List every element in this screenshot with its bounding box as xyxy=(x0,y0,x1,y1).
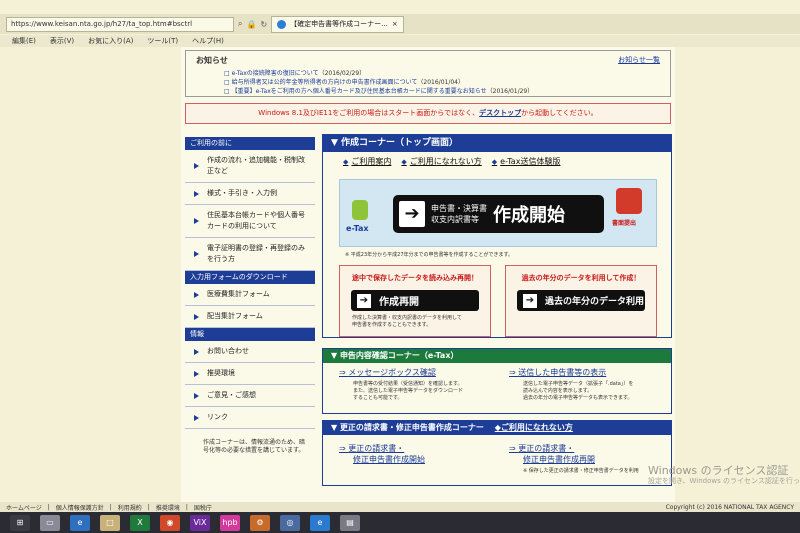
sidebar-section-head: 情報 xyxy=(185,328,315,341)
sidebar-item-flow[interactable]: 作成の流れ・追加機能・税制改正など xyxy=(185,150,315,183)
taskbar-app-icon[interactable]: ▭ xyxy=(40,514,60,531)
sidebar-item-medical-form[interactable]: 医療費集計フォーム xyxy=(185,284,315,306)
refresh-icon[interactable]: ↻ xyxy=(260,20,267,29)
lock-icon[interactable]: 🔒 xyxy=(246,20,256,29)
main-content: ▼ 作成コーナー（トップ画面） ご利用案内 ご利用になれない方 e-Tax送信体… xyxy=(322,134,672,486)
sidebar-item-forms[interactable]: 様式・手引き・入力例 xyxy=(185,183,315,205)
footer-link[interactable]: 推奨環境 xyxy=(156,503,180,512)
search-icon[interactable]: ⌕ xyxy=(238,19,242,29)
amend-start-link[interactable]: 更正の請求書・ 修正申告書作成開始 xyxy=(339,443,425,465)
sidebar-item-certificate[interactable]: 電子証明書の登録・再登録のみを行う方 xyxy=(185,238,315,271)
menu-favorites[interactable]: お気に入り(A) xyxy=(88,36,133,46)
taskbar-camera-icon[interactable]: ◎ xyxy=(280,514,300,531)
sidebar-item-links[interactable]: リンク xyxy=(185,407,315,429)
subnav-guide-link[interactable]: ご利用案内 xyxy=(343,156,391,167)
sidebar-section-head: 入力用フォームのダウンロード xyxy=(185,271,315,284)
taskbar-excel-icon[interactable]: X xyxy=(130,514,150,531)
hero-panel: e-Tax ➔ 申告書・決算書 収支内訳書等 作成開始 書面提出 xyxy=(339,179,657,247)
menu-tools[interactable]: ツール(T) xyxy=(147,36,178,46)
sidebar-item-dividend-form[interactable]: 配当集計フォーム xyxy=(185,306,315,328)
corner-box: ▼ 作成コーナー（トップ画面） ご利用案内 ご利用になれない方 e-Tax送信体… xyxy=(322,134,672,338)
resume-card: 途中で保存したデータを読み込み再開！ ➔ 作成再開 作成した決算書・収支内訳書の… xyxy=(339,265,491,337)
sidebar-item-feedback[interactable]: ご意見・ご感想 xyxy=(185,385,315,407)
start-create-button[interactable]: ➔ 申告書・決算書 収支内訳書等 作成開始 xyxy=(393,195,604,233)
tab-title: 【確定申告書等作成コーナー... xyxy=(290,20,388,28)
sidebar: ご利用の前に 作成の流れ・追加機能・税制改正など 様式・手引き・入力例 住民基本… xyxy=(185,137,315,455)
taskbar-ie-active-icon[interactable]: e xyxy=(310,514,330,531)
desktop-link[interactable]: デスクトップ xyxy=(479,109,521,117)
taskbar-tool-icon[interactable]: ⚙ xyxy=(250,514,270,531)
start-button[interactable]: ⊞ xyxy=(10,514,30,531)
favicon-icon xyxy=(277,19,287,29)
windows-notice-banner: Windows 8.1及びIE11をご利用の場合はスタート画面からではなく、デス… xyxy=(185,103,671,124)
subnav-etax-trial-link[interactable]: e-Tax送信体験版 xyxy=(492,156,560,167)
notice-title: お知らせ xyxy=(196,56,228,65)
sidebar-note: 作成コーナーは、情報流通のため、暗号化等の必要な措置を講じています。 xyxy=(203,439,306,454)
footer-link[interactable]: 個人情報保護方針 xyxy=(56,503,104,512)
copyright: Copyright (c) 2016 NATIONAL TAX AGENCY xyxy=(665,503,794,511)
close-tab-icon[interactable]: × xyxy=(392,20,398,28)
taskbar-chrome-icon[interactable]: ◉ xyxy=(160,514,180,531)
menu-view[interactable]: 表示(V) xyxy=(50,36,74,46)
notice-item[interactable]: e-Taxの接続障害の復旧について（2016/02/29） xyxy=(224,68,366,77)
past-data-card: 過去の年分のデータを利用して作成！ ➔ 過去の年分のデータ利用 xyxy=(505,265,657,337)
hero-note: ※ 平成23年分から平成27年分までの申告書等を作成することができます。 xyxy=(345,252,514,258)
resume-button[interactable]: ➔ 作成再開 xyxy=(351,290,479,311)
confirm-title: ▼ 申告内容確認コーナー（e-Tax） xyxy=(323,349,671,363)
address-bar-row: https://www.keisan.nta.go.jp/h27/ta_top.… xyxy=(0,14,800,34)
screen: https://www.keisan.nta.go.jp/h27/ta_top.… xyxy=(0,0,800,533)
arrow-right-icon: ➔ xyxy=(357,293,371,308)
footer-link[interactable]: 利用規約 xyxy=(118,503,142,512)
sidebar-item-environment[interactable]: 推奨環境 xyxy=(185,363,315,385)
notice-item[interactable]: 給与所得者又は公的年金等所得者の方向けの申告書作成画面について（2016/01/… xyxy=(224,77,464,86)
footer-link[interactable]: 国税庁 xyxy=(194,503,212,512)
amend-resume-link[interactable]: 更正の請求書・ 修正申告書作成再開 ※ 保存した更正の請求書・修正申告書データを… xyxy=(509,443,639,475)
corner-subnav: ご利用案内 ご利用になれない方 e-Tax送信体験版 xyxy=(323,152,671,167)
taskbar-folder-icon[interactable]: □ xyxy=(100,514,120,531)
etax-logo-icon: e-Tax xyxy=(344,194,384,240)
taskbar-hpb-icon[interactable]: hpb xyxy=(220,514,240,531)
sidebar-item-cards[interactable]: 住民基本台帳カードや個人番号カードの利用について xyxy=(185,205,315,238)
menu-help[interactable]: ヘルプ(H) xyxy=(192,36,224,46)
taskbar: ⊞ ▭ e □ X ◉ ViX hpb ⚙ ◎ e ▤ xyxy=(0,512,800,533)
corner-title: ▼ 作成コーナー（トップ画面） xyxy=(323,135,671,152)
activation-watermark-sub: 設定を開き、Windows のライセンス認証を行ってください。 xyxy=(648,477,800,485)
sent-documents-link[interactable]: 送信した申告書等の表示 xyxy=(509,367,633,378)
past-data-card-title: 過去の年分のデータを利用して作成！ xyxy=(521,274,641,282)
amend-box: ▼ 更正の請求書・修正申告書作成コーナー ◆ご利用になれない方 更正の請求書・ … xyxy=(322,420,672,486)
sidebar-section-head: ご利用の前に xyxy=(185,137,315,150)
notice-all-link[interactable]: お知らせ一覧 xyxy=(618,55,660,65)
subnav-unavailable-link[interactable]: ご利用になれない方 xyxy=(401,156,482,167)
message-box-link[interactable]: メッセージボックス確認 xyxy=(339,367,463,378)
url-field[interactable]: https://www.keisan.nta.go.jp/h27/ta_top.… xyxy=(6,16,234,32)
past-data-button[interactable]: ➔ 過去の年分のデータ利用 xyxy=(517,290,645,311)
resume-card-title: 途中で保存したデータを読み込み再開！ xyxy=(352,274,478,282)
footer-bar: ホームページ | 個人情報保護方針 | 利用規約 | 推奨環境 | 国税庁 Copyri… xyxy=(0,502,800,512)
menu-edit[interactable]: 編集(E) xyxy=(12,36,36,46)
notice-box: お知らせ お知らせ一覧 e-Taxの接続障害の復旧について（2016/02/29… xyxy=(185,50,671,97)
taskbar-ie-icon[interactable]: e xyxy=(70,514,90,531)
amend-title: ▼ 更正の請求書・修正申告書作成コーナー ◆ご利用になれない方 xyxy=(323,421,671,435)
footer-link[interactable]: ホームページ xyxy=(6,503,42,512)
arrow-right-icon: ➔ xyxy=(399,201,425,227)
menu-bar: 編集(E) 表示(V) お気に入り(A) ツール(T) ヘルプ(H) xyxy=(0,35,800,47)
confirm-box: ▼ 申告内容確認コーナー（e-Tax） メッセージボックス確認 申告書等の受付結… xyxy=(322,348,672,414)
paper-submit-icon: 書面提出 xyxy=(612,186,648,236)
taskbar-vix-icon[interactable]: ViX xyxy=(190,514,210,531)
arrow-right-icon: ➔ xyxy=(523,293,537,308)
page: お知らせ お知らせ一覧 e-Taxの接続障害の復旧について（2016/02/29… xyxy=(181,47,675,502)
notice-item[interactable]: 【重要】e-Taxをご利用の方へ個人番号カード及び住民基本台帳カードに関する重要… xyxy=(224,86,534,95)
amend-unavailable-link[interactable]: ◆ご利用になれない方 xyxy=(495,423,573,432)
sidebar-item-contact[interactable]: お問い合わせ xyxy=(185,341,315,363)
browser-tab[interactable]: 【確定申告書等作成コーナー... × xyxy=(271,15,404,33)
taskbar-window-icon[interactable]: ▤ xyxy=(340,514,360,531)
